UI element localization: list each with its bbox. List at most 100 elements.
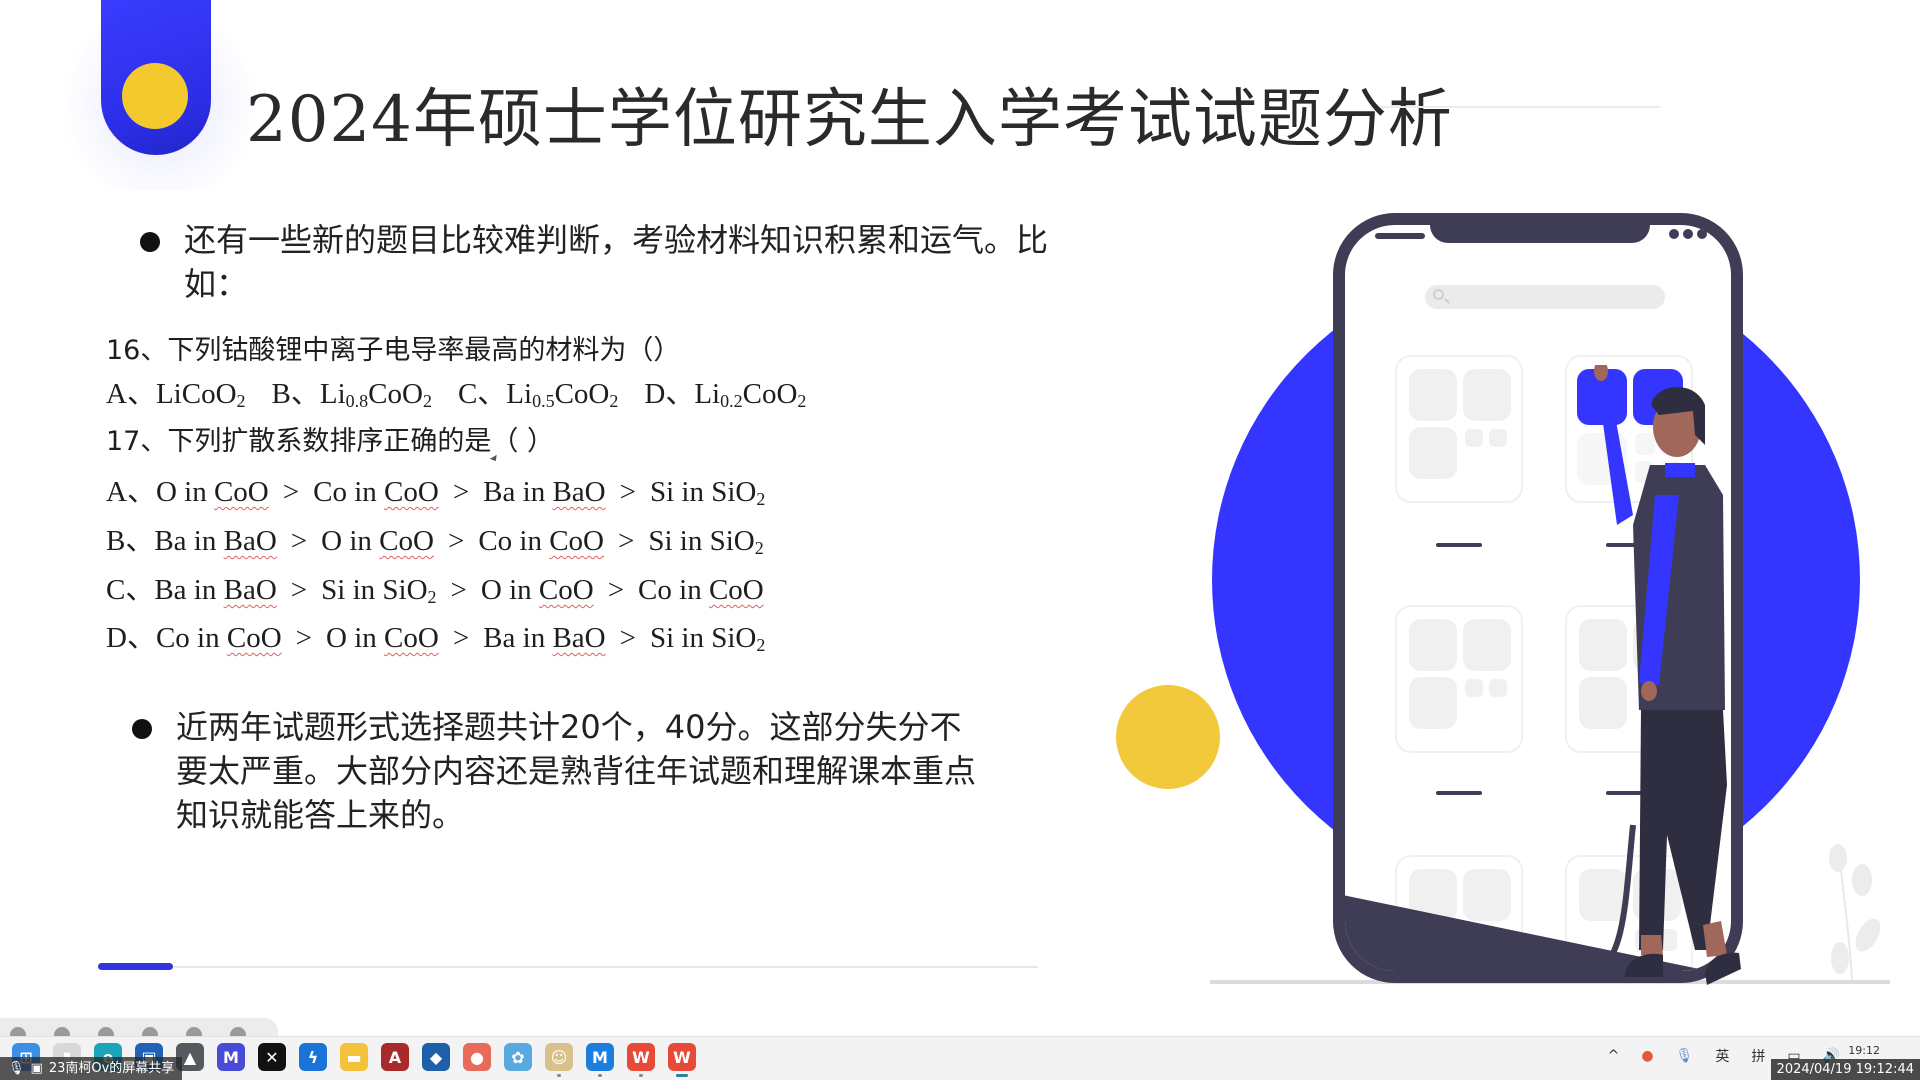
option-label: A、 [106, 476, 156, 508]
bullet-dot [132, 719, 152, 739]
q16-option: D、Li0.2CoO2 [644, 378, 807, 411]
phone-menu-dots-icon [1669, 229, 1707, 239]
option-label: C、 [457, 378, 507, 410]
diffusion-species: Ba in BaO [154, 525, 277, 557]
diffusion-species: O in CoO [326, 622, 439, 654]
diffusion-species: Si in SiO2 [321, 574, 437, 607]
diffusion-species: Co in CoO [313, 476, 439, 508]
bullet-summary-text: 近两年试题形式选择题共计20个，40分。这部分失分不要太严重。大部分内容还是熟背… [176, 708, 977, 834]
app-folder [1395, 355, 1523, 503]
diffusion-species: Si in SiO2 [649, 622, 766, 655]
slide-progress-track [98, 966, 1038, 968]
greater-than-sign: > [447, 525, 465, 557]
microphone-tray-icon[interactable]: 🎙 [1676, 1048, 1694, 1064]
question-16-options: A、LiCoO2 B、Li0.8CoO2 C、Li0.5CoO2 D、Li0.2CoO… [106, 370, 832, 412]
meeting-control-bar[interactable] [0, 1018, 278, 1036]
option-label: C、 [106, 574, 155, 606]
tray-overflow-chevron-icon[interactable]: ^ [1608, 1048, 1620, 1064]
phone-status-bar-left [1375, 233, 1425, 239]
q17-option: C、Ba in BaO > Si in SiO2 > O in CoO > Co in Co… [106, 566, 764, 608]
input-language-indicator[interactable]: 英 [1715, 1046, 1729, 1066]
greater-than-sign: > [619, 622, 636, 654]
phone-search-bar [1425, 285, 1665, 309]
diffusion-species: Co in CoO [478, 525, 605, 557]
diffusion-species: O in CoO [480, 574, 594, 606]
greater-than-sign: > [290, 574, 308, 606]
app-m-icon[interactable]: M [217, 1043, 245, 1071]
option-label: B、 [106, 525, 155, 557]
camera-control-icon[interactable] [54, 1027, 70, 1036]
plant-icon [1829, 844, 1881, 980]
q16-option: C、Li0.5CoO2 [457, 378, 619, 411]
recording-timestamp: 2024/04/19 19:12:44 [1770, 1059, 1920, 1080]
app-shield-icon[interactable]: ◆ [422, 1043, 450, 1071]
screen-share-badge[interactable]: 🎙 ▣ 23南柯Ov的屏幕共享 [0, 1057, 183, 1080]
more-control-icon[interactable] [230, 1027, 246, 1036]
apex-icon[interactable]: A [381, 1043, 409, 1071]
bullet-intro: 还有一些新的题目比较难判断，考验材料知识积累和运气。比如： [140, 218, 1080, 306]
greater-than-sign: > [450, 574, 467, 606]
mic-control-icon[interactable] [10, 1027, 26, 1036]
option-label: A、 [106, 378, 156, 410]
greater-than-sign: > [282, 476, 300, 508]
qq-tray-icon[interactable]: ● [1641, 1048, 1653, 1064]
wps-office-icon[interactable]: W [627, 1043, 655, 1077]
greater-than-sign: > [618, 525, 635, 557]
search-icon [1433, 289, 1444, 300]
question-17-stem: 17、下列扩散系数排序正确的是（ ） [106, 426, 554, 457]
diffusion-species: Si in SiO2 [648, 525, 764, 558]
header-yellow-dot [122, 63, 188, 129]
greater-than-sign: > [290, 525, 308, 557]
diffusion-species: Ba in BaO [154, 574, 277, 606]
option-label: D、 [644, 378, 695, 410]
greater-than-sign: > [619, 476, 636, 508]
diffusion-species: Co in CoO [638, 574, 764, 606]
option-label: D、 [106, 622, 156, 654]
app-folder [1395, 605, 1523, 753]
q17-option: B、Ba in BaO > O in CoO > Co in CoO > Si in SiO… [106, 517, 764, 559]
q17-option: A、O in CoO > Co in CoO > Ba in BaO > Si in SiO… [106, 468, 765, 510]
file-explorer-icon[interactable]: ▬ [340, 1043, 368, 1071]
diffusion-species: O in CoO [321, 525, 434, 557]
title-divider [1380, 106, 1660, 108]
bullet-dot [140, 232, 160, 252]
folder-label [1436, 543, 1482, 547]
diffusion-species: Ba in BaO [483, 622, 606, 654]
record-control-icon[interactable] [186, 1027, 202, 1036]
slide-progress-fill [98, 963, 174, 970]
bullet-intro-text: 还有一些新的题目比较难判断，考验材料知识积累和运气。比如： [184, 221, 1049, 303]
q17-option: D、Co in CoO > O in CoO > Ba in BaO > Si in SiO… [106, 614, 765, 656]
presentation-slide: 2024年硕士学位研究生入学考试试题分析 还有一些新的题目比较难判断，考验材料知… [0, 0, 1920, 1035]
yellow-circle-decoration [1116, 685, 1220, 789]
app-bolt-icon[interactable]: ϟ [299, 1043, 327, 1071]
diffusion-species: Co in CoO [155, 622, 282, 654]
microphone-icon: 🎙 [8, 1061, 25, 1076]
share-control-icon[interactable] [98, 1027, 114, 1036]
q16-option: B、Li0.8CoO2 [271, 378, 432, 411]
game-character-icon[interactable]: ☺ [545, 1043, 573, 1077]
taskbar-clock[interactable]: 19:12 [1848, 1044, 1880, 1057]
app-cloud-icon[interactable]: M [586, 1043, 614, 1077]
diffusion-species: Ba in BaO [483, 476, 606, 508]
person-figure [1593, 365, 1741, 985]
greater-than-sign: > [452, 622, 470, 654]
screen-share-icon: ▣ [30, 1061, 43, 1076]
diffusion-species: O in CoO [155, 476, 269, 508]
phone-illustration [1100, 200, 1900, 1000]
app-gear-icon[interactable]: ✿ [504, 1043, 532, 1071]
q16-option: A、LiCoO2 [106, 378, 246, 411]
wps-presentation-icon[interactable]: W [668, 1043, 696, 1077]
phone-notch [1430, 225, 1650, 243]
slide-title: 2024年硕士学位研究生入学考试试题分析 [246, 83, 1453, 157]
xbox-icon[interactable]: ✕ [258, 1043, 286, 1071]
diffusion-species: Si in SiO2 [649, 476, 766, 509]
greater-than-sign: > [452, 476, 470, 508]
fullscreen-control-icon[interactable] [142, 1027, 158, 1036]
option-label: B、 [271, 378, 320, 410]
bullet-summary: 近两年试题形式选择题共计20个，40分。这部分失分不要太严重。大部分内容还是熟背… [132, 705, 992, 837]
folder-label [1436, 791, 1482, 795]
input-method-indicator[interactable]: 拼 [1751, 1046, 1765, 1066]
app-flame-icon[interactable]: ● [463, 1043, 491, 1071]
screen-share-label: 23南柯Ov的屏幕共享 [48, 1061, 175, 1076]
greater-than-sign: > [295, 622, 313, 654]
